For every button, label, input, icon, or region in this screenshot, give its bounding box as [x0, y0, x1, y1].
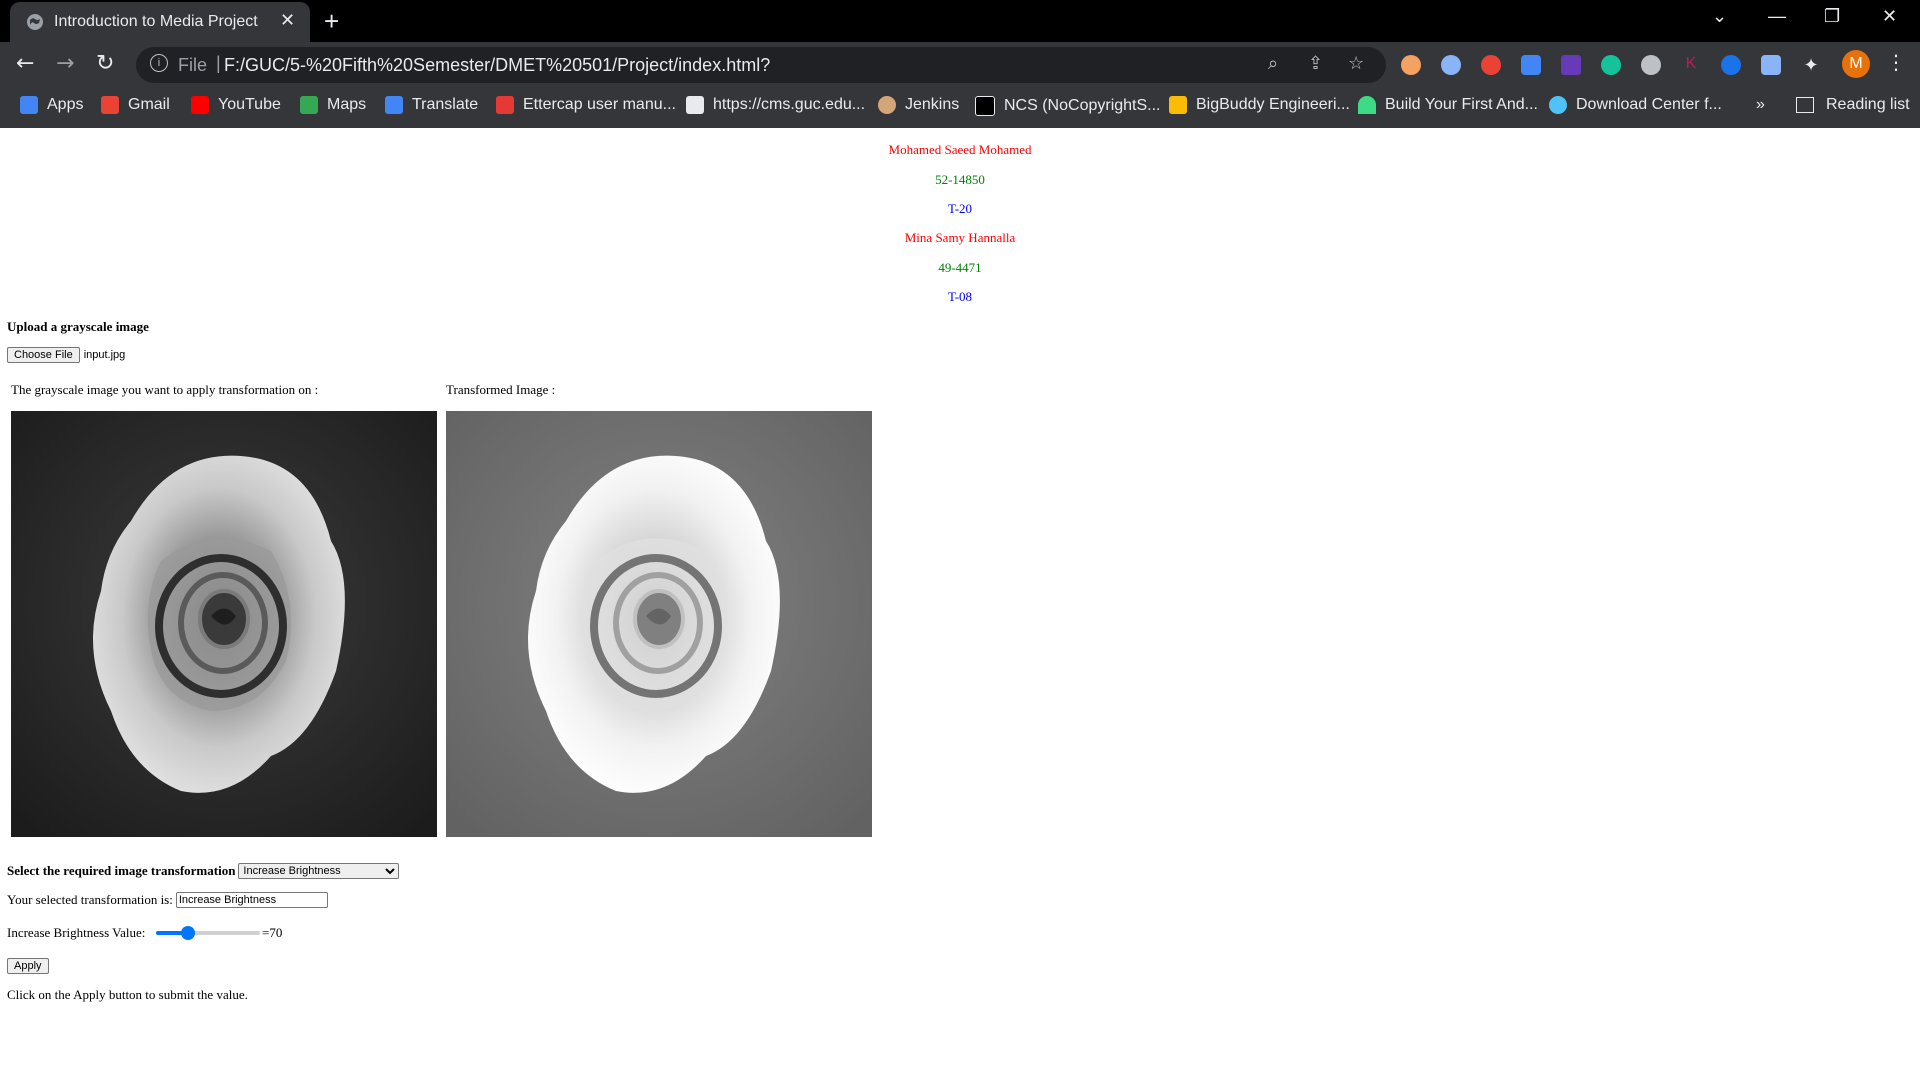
chosen-file-name: input.jpg	[83, 349, 126, 361]
bookmark-apps[interactable]: Apps	[20, 96, 83, 114]
apply-button[interactable]: Apply	[7, 958, 49, 974]
extension-screenshot-icon[interactable]	[1521, 55, 1541, 75]
menu-icon[interactable]: ⋮	[1886, 50, 1906, 74]
reading-list-icon	[1796, 97, 1814, 113]
extension-search-icon[interactable]	[1441, 55, 1461, 75]
selected-transformation-label: Your selected transformation is:	[7, 892, 173, 907]
youtube-icon	[191, 96, 209, 114]
jenkins-icon	[878, 96, 896, 114]
bookmark-jenkins[interactable]: Jenkins	[878, 96, 959, 114]
extension-diamond-icon[interactable]	[1561, 55, 1581, 75]
transformed-image-caption: Transformed Image :	[446, 382, 556, 397]
brightness-slider[interactable]	[156, 925, 260, 941]
transformation-select-label: Select the required image transformation	[7, 863, 236, 878]
selected-transformation-field[interactable]	[175, 892, 328, 908]
extension-play-icon[interactable]	[1721, 55, 1741, 75]
apply-row: Apply	[7, 957, 49, 974]
forward-icon[interactable]: →	[56, 51, 74, 76]
url-scheme: File	[178, 55, 208, 75]
bookmark-youtube[interactable]: YouTube	[191, 96, 281, 114]
android-icon	[1358, 96, 1376, 114]
star-icon[interactable]: ☆	[1348, 53, 1364, 74]
reload-icon[interactable]: ↻	[96, 51, 114, 76]
url-text[interactable]: F:/GUC/5-%20Fifth%20Semester/DMET%20501/…	[224, 55, 770, 76]
share-icon[interactable]: ⇪	[1308, 53, 1323, 74]
choose-file-button[interactable]: Choose File	[7, 347, 80, 363]
close-window-icon[interactable]: ✕	[1882, 6, 1897, 27]
page-content: Mohamed Saeed Mohamed 52-14850 T-20 Mina…	[0, 128, 1920, 1080]
bookmark-ncs[interactable]: NCS (NoCopyrightS...	[975, 96, 1161, 116]
info-icon[interactable]: i	[150, 54, 168, 72]
address-bar[interactable]: i File | F:/GUC/5-%20Fifth%20Semester/DM…	[136, 47, 1386, 83]
zoom-icon[interactable]: ⌕	[1268, 53, 1278, 74]
selected-transformation-row: Your selected transformation is:	[7, 892, 328, 908]
student-1-name: Mohamed Saeed Mohamed	[888, 142, 1032, 157]
brightness-readout: =70	[262, 925, 283, 940]
profile-avatar[interactable]: M	[1842, 50, 1870, 78]
student-1-id: 52-14850	[935, 172, 985, 187]
extensions-icon[interactable]: ✦	[1801, 55, 1821, 76]
upload-heading: Upload a grayscale image	[7, 319, 149, 334]
extension-cookie-icon[interactable]	[1401, 55, 1421, 75]
extension-link-icon[interactable]	[1641, 55, 1661, 75]
bookmark-ettercap[interactable]: Ettercap user manu...	[496, 96, 676, 114]
minimize-icon[interactable]: —	[1768, 6, 1786, 27]
grammarly-icon[interactable]	[1601, 55, 1621, 75]
bookmark-android[interactable]: Build Your First And...	[1358, 96, 1538, 114]
document-icon	[686, 96, 704, 114]
active-tab[interactable]: Introduction to Media Project ✕	[10, 2, 310, 42]
bookmark-cms-guc[interactable]: https://cms.guc.edu...	[686, 96, 865, 114]
tab-strip: Introduction to Media Project ✕ + ⌄ — ❐ …	[0, 0, 1920, 42]
new-tab-button[interactable]: +	[324, 6, 339, 37]
original-image-caption: The grayscale image you want to apply tr…	[11, 382, 319, 397]
bookmark-bigbuddy[interactable]: BigBuddy Engineeri...	[1169, 96, 1350, 114]
rose-image-brightened	[446, 411, 872, 837]
transformed-image	[446, 411, 872, 837]
globe-icon	[27, 14, 43, 30]
bookmarks-bar: Apps Gmail YouTube Maps Translate Etterc…	[0, 88, 1920, 128]
back-icon[interactable]: ←	[16, 51, 34, 76]
restore-icon[interactable]: ❐	[1824, 6, 1840, 27]
url-separator: |	[216, 53, 221, 73]
ncs-icon	[975, 96, 995, 116]
bookmark-maps[interactable]: Maps	[300, 96, 366, 114]
browser-toolbar: ← → ↻ i File | F:/GUC/5-%20Fifth%20Semes…	[0, 42, 1920, 88]
student-2-id: 49-4471	[938, 260, 982, 275]
bookmark-gmail[interactable]: Gmail	[101, 96, 170, 114]
extension-k-icon[interactable]: K	[1681, 55, 1701, 75]
student-1-tutorial: T-20	[947, 201, 973, 216]
close-tab-icon[interactable]: ✕	[280, 10, 295, 31]
student-2-name: Mina Samy Hannalla	[904, 230, 1016, 245]
reading-list-button[interactable]: Reading list	[1796, 96, 1910, 114]
tab-title: Introduction to Media Project	[54, 13, 258, 30]
brightness-label: Increase Brightness Value:	[7, 925, 146, 940]
apps-grid-icon	[20, 96, 38, 114]
drive-icon	[1169, 96, 1187, 114]
tab-search-chevron-icon[interactable]: ⌄	[1712, 6, 1727, 27]
extension-key-icon[interactable]	[1761, 55, 1781, 75]
transformation-select[interactable]: Increase Brightness	[238, 863, 400, 879]
maps-pin-icon	[300, 96, 318, 114]
download-center-icon	[1549, 96, 1567, 114]
rose-image	[11, 411, 437, 837]
transformation-select-row: Select the required image transformation…	[7, 863, 400, 879]
original-image	[11, 411, 437, 837]
bookmark-translate[interactable]: Translate	[385, 96, 478, 114]
extension-gift-icon[interactable]	[1481, 55, 1501, 75]
bookmarks-overflow-icon[interactable]: »	[1756, 96, 1765, 114]
slider-thumb[interactable]	[180, 926, 195, 940]
gmail-icon	[101, 96, 119, 114]
bookmark-download-center[interactable]: Download Center f...	[1549, 96, 1722, 114]
checkmark-icon	[496, 96, 514, 114]
file-input[interactable]: Choose File input.jpg	[7, 347, 125, 363]
translate-icon	[385, 96, 403, 114]
instruction-text: Click on the Apply button to submit the …	[7, 987, 248, 1002]
student-2-tutorial: T-08	[947, 289, 973, 304]
